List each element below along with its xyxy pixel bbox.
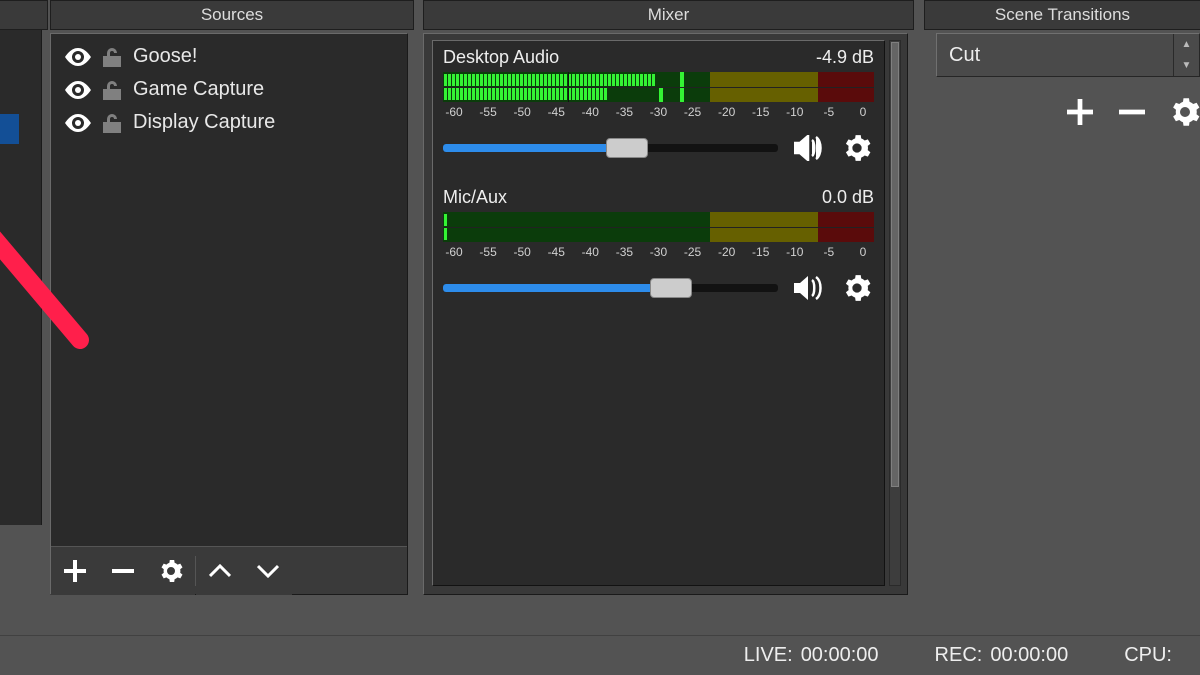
mixer-channel-mic-aux: Mic/Aux 0.0 dB -60-55-50-45-40-35-30-25-… <box>443 187 874 305</box>
transition-select[interactable]: Cut ▲ ▼ <box>936 33 1200 77</box>
sources-list[interactable]: Goose! Game Capture <box>51 34 407 546</box>
meter-scale: -60-55-50-45-40-35-30-25-20-15-10-50 <box>443 105 874 119</box>
mixer-scrollbar[interactable] <box>889 40 901 586</box>
rec-time: 00:00:00 <box>990 644 1068 667</box>
lock-open-icon[interactable] <box>101 46 123 68</box>
scenes-panel <box>0 0 48 30</box>
cpu-status: CPU: <box>1124 644 1172 667</box>
source-name: Goose! <box>133 45 197 68</box>
source-row[interactable]: Game Capture <box>51 73 407 106</box>
channel-name: Desktop Audio <box>443 47 816 68</box>
sources-toolbar <box>51 546 407 594</box>
visibility-toggle-icon[interactable] <box>65 48 91 66</box>
source-name: Display Capture <box>133 111 275 134</box>
lock-open-icon[interactable] <box>101 112 123 134</box>
chevron-up-icon[interactable]: ▲ <box>1174 34 1199 55</box>
live-time: 00:00:00 <box>801 644 879 667</box>
remove-transition-button[interactable] <box>1118 95 1146 129</box>
mute-button[interactable] <box>792 131 826 165</box>
scene-selected-indicator <box>0 114 19 144</box>
mixer-body: Desktop Audio -4.9 dB -60-55-50-45-40-35… <box>423 33 908 595</box>
remove-source-button[interactable] <box>99 547 147 595</box>
visibility-toggle-icon[interactable] <box>65 114 91 132</box>
transition-selected-value: Cut <box>949 44 980 67</box>
scenes-list[interactable] <box>0 30 42 525</box>
rec-status: REC: 00:00:00 <box>935 644 1069 667</box>
channel-settings-button[interactable] <box>840 131 874 165</box>
scenes-header <box>0 0 48 30</box>
volume-slider[interactable] <box>443 284 778 292</box>
scene-transitions-panel: Scene Transitions Cut ▲ ▼ <box>924 0 1200 30</box>
mixer-channels: Desktop Audio -4.9 dB -60-55-50-45-40-35… <box>432 40 885 586</box>
vu-meter <box>443 212 874 242</box>
live-status: LIVE: 00:00:00 <box>744 644 879 667</box>
channel-settings-button[interactable] <box>840 271 874 305</box>
status-bar: LIVE: 00:00:00 REC: 00:00:00 CPU: <box>0 635 1200 675</box>
chevron-down-icon[interactable]: ▼ <box>1174 55 1199 76</box>
source-row[interactable]: Goose! <box>51 40 407 73</box>
sources-body: Goose! Game Capture <box>50 33 408 595</box>
source-name: Game Capture <box>133 78 264 101</box>
transitions-header: Scene Transitions <box>924 0 1200 30</box>
scrollbar-thumb[interactable] <box>891 42 899 487</box>
source-properties-button[interactable] <box>147 547 195 595</box>
channel-name: Mic/Aux <box>443 187 822 208</box>
mixer-header: Mixer <box>423 0 914 30</box>
transition-settings-button[interactable] <box>1170 95 1200 129</box>
channel-level: -4.9 dB <box>816 47 874 68</box>
meter-scale: -60-55-50-45-40-35-30-25-20-15-10-50 <box>443 245 874 259</box>
sources-panel: Sources Goose! <box>50 0 414 30</box>
sources-header: Sources <box>50 0 414 30</box>
channel-level: 0.0 dB <box>822 187 874 208</box>
transitions-body: Cut ▲ ▼ <box>936 33 1200 129</box>
lock-open-icon[interactable] <box>101 79 123 101</box>
add-source-button[interactable] <box>51 547 99 595</box>
select-spinner[interactable]: ▲ ▼ <box>1173 34 1199 76</box>
mixer-channel-desktop-audio: Desktop Audio -4.9 dB -60-55-50-45-40-35… <box>443 47 874 165</box>
mixer-panel: Mixer Desktop Audio -4.9 dB <box>423 0 914 30</box>
source-row[interactable]: Display Capture <box>51 106 407 139</box>
volume-slider[interactable] <box>443 144 778 152</box>
move-source-down-button[interactable] <box>244 547 292 595</box>
visibility-toggle-icon[interactable] <box>65 81 91 99</box>
move-source-up-button[interactable] <box>196 547 244 595</box>
add-transition-button[interactable] <box>1066 95 1094 129</box>
mute-button[interactable] <box>792 271 826 305</box>
vu-meter <box>443 72 874 102</box>
